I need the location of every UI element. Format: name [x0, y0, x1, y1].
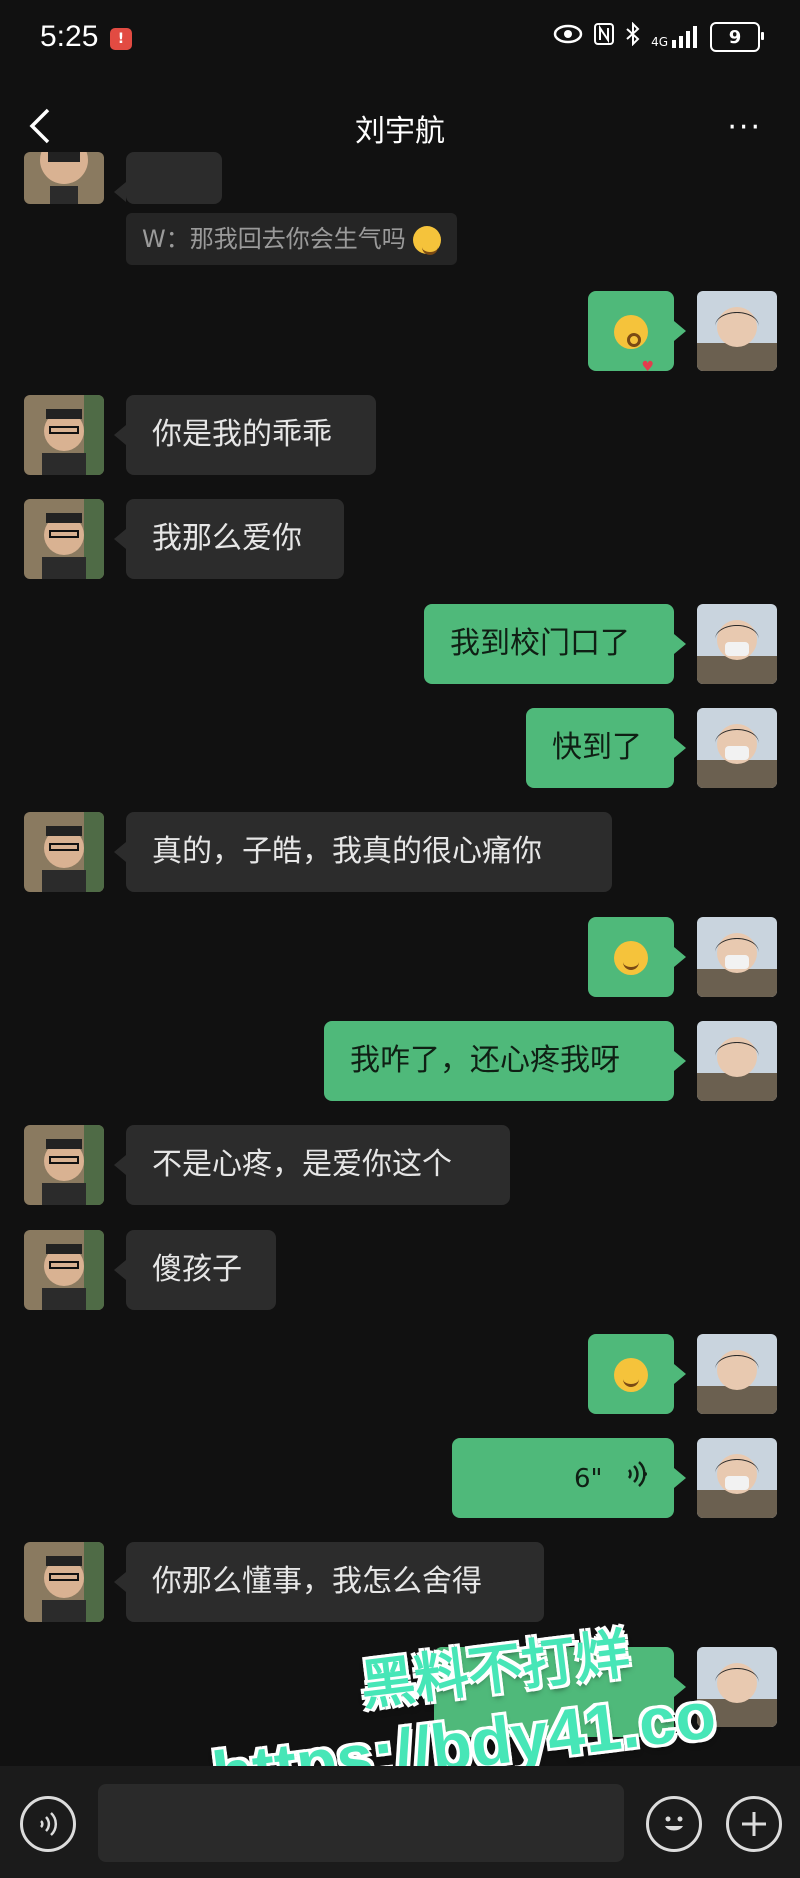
message-bubble[interactable]: 傻孩子: [114, 1230, 276, 1310]
my-avatar[interactable]: [697, 708, 777, 788]
my-avatar[interactable]: [697, 917, 777, 997]
smiling-face-icon: [614, 1357, 648, 1392]
message-bubble[interactable]: 你是我的乖乖: [114, 395, 376, 475]
my-avatar[interactable]: [697, 1334, 777, 1414]
bluetooth-icon: [625, 21, 641, 52]
message-bubble[interactable]: 不是心疼，是爱你这个: [114, 1125, 510, 1205]
network-type: 4G: [651, 35, 668, 49]
emoji-face-icon: [665, 1816, 683, 1831]
message-bubble[interactable]: 真的，子皓，我真的很心痛你: [114, 812, 612, 892]
input-bar: [0, 1766, 800, 1878]
message-bubble[interactable]: 你那么懂事，我怎么舍得: [114, 1542, 544, 1622]
contact-avatar[interactable]: [24, 1542, 104, 1622]
message-bubble[interactable]: 我那么爱你: [114, 499, 344, 579]
signal-icon: 4G: [651, 26, 700, 48]
status-time: 5:25: [40, 20, 99, 53]
message-bubble[interactable]: 我到校门口了: [424, 604, 686, 684]
voice-message-bubble[interactable]: 6": [452, 1438, 686, 1519]
message-input[interactable]: [98, 1784, 624, 1862]
contact-avatar[interactable]: [24, 812, 104, 892]
add-button[interactable]: [726, 1796, 782, 1852]
my-avatar[interactable]: [697, 604, 777, 684]
smiling-face-icon: [614, 940, 648, 975]
contact-avatar[interactable]: [24, 1125, 104, 1205]
kiss-face-icon: [614, 314, 654, 407]
message-bubble-emoji[interactable]: [588, 917, 686, 997]
nfc-icon: [593, 22, 615, 52]
contact-avatar[interactable]: [24, 152, 104, 204]
plus-icon: [742, 1812, 766, 1836]
voice-wave-icon: [626, 1439, 648, 1519]
message-bubble-emoji[interactable]: [588, 291, 686, 407]
eye-icon: [553, 24, 583, 50]
status-bar: 5:25 ! 4G 9: [0, 0, 800, 80]
chat-title: 刘宇航: [355, 114, 445, 149]
battery-indicator: 9: [710, 22, 764, 52]
message-bubble-partial[interactable]: [114, 152, 222, 204]
my-avatar[interactable]: [697, 1438, 777, 1518]
message-bubble[interactable]: 快到了: [526, 708, 686, 788]
voice-input-button[interactable]: [20, 1796, 76, 1852]
alert-badge: !: [110, 28, 132, 50]
more-options-button[interactable]: ···: [727, 110, 762, 145]
contact-avatar[interactable]: [24, 395, 104, 475]
chat-header: 刘宇航 ···: [0, 80, 800, 170]
my-avatar[interactable]: [697, 1021, 777, 1101]
status-icons: 4G 9: [553, 21, 764, 52]
my-avatar[interactable]: [697, 291, 777, 371]
voice-duration: 6": [573, 1464, 603, 1494]
contact-avatar[interactable]: [24, 499, 104, 579]
contact-avatar[interactable]: [24, 1230, 104, 1310]
quote-text: W：那我回去你会生气吗: [142, 225, 406, 253]
message-bubble-emoji[interactable]: [588, 1334, 686, 1414]
emoji-button[interactable]: [646, 1796, 702, 1852]
quoted-message[interactable]: W：那我回去你会生气吗: [126, 213, 458, 265]
voice-icon: [40, 1812, 58, 1836]
message-bubble[interactable]: 我咋了，还心疼我呀: [324, 1021, 686, 1101]
smiling-face-icon: [413, 226, 442, 255]
